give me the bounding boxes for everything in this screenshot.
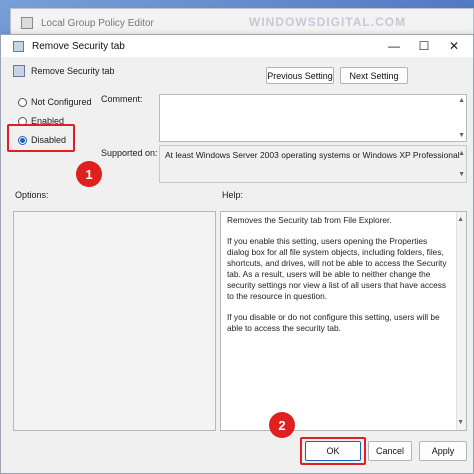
setting-name: Remove Security tab: [31, 66, 115, 76]
help-scroll-down-icon[interactable]: ▼: [457, 417, 464, 428]
options-label: Options:: [15, 190, 49, 200]
comment-scroll-down-icon[interactable]: ▼: [458, 132, 465, 139]
minimize-button[interactable]: —: [379, 35, 409, 57]
cancel-button[interactable]: Cancel: [368, 441, 412, 461]
dialog-titlebar: Remove Security tab — ☐ ✕: [1, 35, 473, 57]
supported-on-box: At least Windows Server 2003 operating s…: [159, 145, 467, 183]
radio-not-configured-label: Not Configured: [31, 97, 92, 107]
help-paragraph-1: Removes the Security tab from File Explo…: [227, 215, 392, 225]
comment-label: Comment:: [101, 94, 143, 104]
policy-editor-icon: [21, 17, 33, 29]
ok-button[interactable]: OK: [305, 441, 361, 461]
close-button[interactable]: ✕: [439, 35, 469, 57]
help-pane: Removes the Security tab from File Explo…: [220, 211, 467, 431]
help-paragraph-2: If you enable this setting, users openin…: [227, 236, 447, 301]
step-1-badge: 1: [76, 161, 102, 187]
help-scroll-up-icon[interactable]: ▲: [457, 214, 464, 225]
help-scrollbar[interactable]: ▲ ▼: [456, 212, 466, 430]
comment-input[interactable]: ▲ ▼: [159, 94, 467, 142]
apply-button[interactable]: Apply: [419, 441, 467, 461]
policy-setting-dialog: Remove Security tab — ☐ ✕ Remove Securit…: [0, 34, 474, 474]
radio-not-configured[interactable]: Not Configured: [18, 97, 92, 107]
setting-header: Remove Security tab: [13, 65, 115, 77]
dialog-title: Remove Security tab: [32, 40, 125, 52]
comment-scroll-up-icon[interactable]: ▲: [458, 97, 465, 104]
disabled-highlight: [7, 124, 75, 152]
supported-on-label: Supported on:: [101, 148, 158, 158]
help-label: Help:: [222, 190, 244, 200]
supported-scroll-up-icon[interactable]: ▲: [458, 148, 465, 159]
step-2-badge: 2: [269, 412, 295, 438]
next-setting-button[interactable]: Next Setting: [340, 67, 408, 84]
radio-not-configured-circle[interactable]: [18, 97, 27, 107]
supported-scroll-down-icon[interactable]: ▼: [458, 169, 465, 180]
maximize-button[interactable]: ☐: [409, 35, 439, 57]
options-pane: [13, 211, 216, 431]
setting-icon: [13, 65, 25, 77]
background-window-title: Local Group Policy Editor: [41, 17, 154, 29]
previous-setting-button[interactable]: Previous Setting: [266, 67, 334, 84]
supported-on-value: At least Windows Server 2003 operating s…: [165, 150, 460, 160]
policy-setting-icon: [13, 40, 24, 52]
watermark: WINDOWSDIGITAL.COM: [249, 15, 407, 29]
background-titlebar: Local Group Policy Editor WINDOWSDIGITAL…: [11, 9, 473, 37]
help-paragraph-3: If you disable or do not configure this …: [227, 312, 440, 333]
